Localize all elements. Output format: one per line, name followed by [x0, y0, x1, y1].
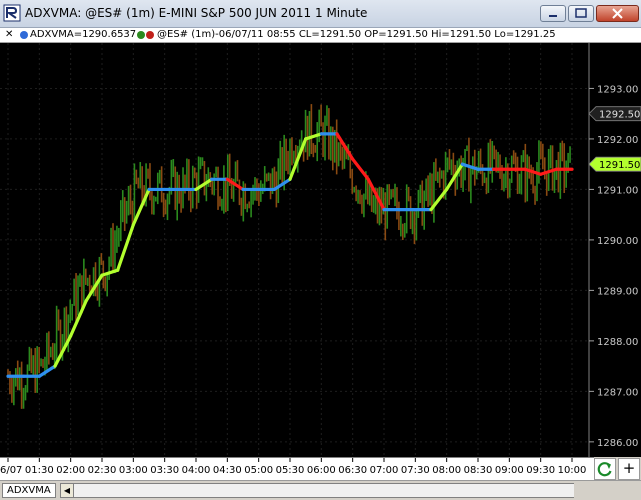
x-tick-label: 06:00 — [307, 465, 336, 476]
x-tick-label: 05:30 — [276, 465, 305, 476]
minimize-button[interactable] — [540, 5, 566, 22]
price-chart[interactable]: 1286.00 1287.00 1288.00 1289.00 1290.00 1291.… — [0, 43, 641, 457]
x-tick-label: 07:30 — [401, 465, 430, 476]
price-tag-label: 1292.50 — [599, 110, 640, 121]
down-bar-color-icon — [146, 31, 154, 39]
x-tick-label: 04:00 — [182, 465, 211, 476]
indicator-color-icon — [20, 31, 28, 39]
x-tick-label: 09:30 — [526, 465, 555, 476]
price-tag-label: 1291.50 — [599, 160, 640, 171]
maximize-button[interactable] — [568, 5, 594, 22]
y-tick-label: 1291.00 — [597, 185, 638, 196]
x-tick-label: 06/07 — [0, 465, 22, 476]
chart-info-bar: ✕ ADXVMA=1290.6537 @ES# (1m)-06/07/11 08… — [0, 28, 641, 43]
x-tick-label: 04:30 — [213, 465, 242, 476]
adxvma-segment — [351, 157, 370, 181]
x-tick-label: 10:00 — [558, 465, 587, 476]
x-tick-label: 08:00 — [432, 465, 461, 476]
x-tick-label: 03:30 — [150, 465, 179, 476]
y-tick-label: 1286.00 — [597, 438, 638, 449]
y-tick-label: 1293.00 — [597, 84, 638, 95]
x-tick-label: 08:30 — [464, 465, 493, 476]
title-bar: ADXVMA: @ES# (1m) E-MINI S&P 500 JUN 201… — [0, 0, 641, 28]
indicator-value-label: ADXVMA=1290.6537 — [30, 29, 137, 40]
up-bar-color-icon — [137, 31, 145, 39]
price-data-label: @ES# (1m)-06/07/11 08:55 CL=1291.50 OP=1… — [157, 29, 556, 40]
close-icon — [612, 8, 623, 19]
time-axis[interactable]: 06/0701:3002:0002:3003:0003:3004:0004:30… — [0, 457, 594, 480]
x-tick-label: 03:00 — [119, 465, 148, 476]
x-tick-label: 07:00 — [370, 465, 399, 476]
x-tick-label: 02:30 — [88, 465, 117, 476]
y-tick-label: 1290.00 — [597, 236, 638, 247]
x-tick-label: 02:00 — [56, 465, 85, 476]
x-tick-label: 06:30 — [338, 465, 367, 476]
horizontal-scrollbar[interactable] — [74, 483, 574, 498]
close-button[interactable] — [596, 5, 639, 22]
app-logo-icon — [3, 4, 21, 22]
grid-lines — [0, 43, 589, 457]
add-button[interactable]: + — [618, 458, 640, 480]
time-axis-labels: 06/0701:3002:0002:3003:0003:3004:0004:30… — [0, 458, 587, 476]
y-tick-label: 1287.00 — [597, 387, 638, 398]
refresh-button[interactable] — [594, 458, 616, 480]
refresh-icon — [597, 462, 612, 477]
adxvma-segment — [131, 187, 151, 227]
chart-plot-area[interactable]: 1286.00 1287.00 1288.00 1289.00 1290.00 1291.… — [0, 43, 641, 457]
maximize-icon — [575, 8, 587, 18]
x-tick-label: 05:00 — [244, 465, 273, 476]
price-axis[interactable]: 1286.00 1287.00 1288.00 1289.00 1290.00 1291.… — [589, 84, 638, 449]
scroll-left-button[interactable]: ◀ — [60, 483, 74, 498]
y-tick-label: 1289.00 — [597, 286, 638, 297]
chart-tab[interactable]: ADXVMA — [2, 483, 56, 498]
minimize-icon — [549, 15, 557, 17]
window-title: ADXVMA: @ES# (1m) E-MINI S&P 500 JUN 201… — [25, 6, 368, 20]
close-study-icon[interactable]: ✕ — [5, 28, 13, 42]
status-bar: ADXVMA ◀ — [0, 480, 641, 500]
y-tick-label: 1288.00 — [597, 337, 638, 348]
x-tick-label: 09:00 — [495, 465, 524, 476]
x-tick-label: 01:30 — [25, 465, 54, 476]
y-tick-label: 1292.00 — [597, 135, 638, 146]
price-bars — [7, 104, 571, 409]
